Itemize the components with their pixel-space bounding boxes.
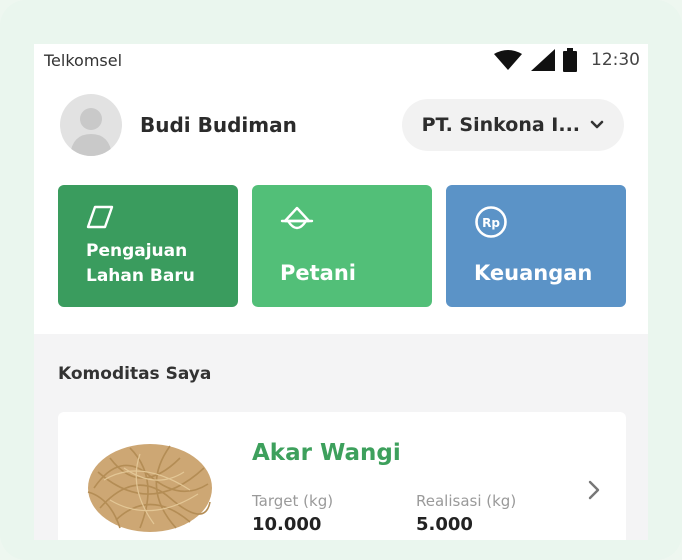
menu-card-label-line1: Pengajuan [86, 241, 188, 261]
company-selector-label: PT. Sinkona I... [421, 114, 580, 136]
commodity-card[interactable]: Akar Wangi Target (kg) 10.000 Realisasi … [58, 412, 626, 540]
vetiver-root-image [87, 444, 212, 532]
menu-card-label: Keuangan [474, 261, 593, 285]
menu-card-pengajuan-lahan-baru[interactable]: Pengajuan Lahan Baru [58, 185, 238, 307]
clock: 12:30 [591, 50, 640, 70]
realisasi-column: Realisasi (kg) 5.000 [416, 492, 516, 535]
menu-card-petani[interactable]: Petani [252, 185, 432, 307]
avatar[interactable] [60, 94, 122, 156]
header-panel: Telkomsel 12:30 Budi Budiman PT. Sinkona… [34, 44, 648, 334]
target-column: Target (kg) 10.000 [252, 492, 333, 535]
chevron-right-icon[interactable] [588, 480, 600, 500]
wifi-icon [494, 50, 522, 70]
chevron-down-icon [590, 120, 604, 129]
menu-cards: Pengajuan Lahan Baru Petani Rp Keuangan [58, 185, 626, 307]
target-label: Target (kg) [252, 492, 334, 510]
realisasi-value: 5.000 [416, 514, 473, 535]
company-selector[interactable]: PT. Sinkona I... [401, 99, 624, 151]
section-title: Komoditas Saya [58, 364, 212, 384]
user-row: Budi Budiman PT. Sinkona I... [60, 94, 624, 156]
land-parcel-icon [86, 205, 114, 229]
user-name: Budi Budiman [140, 113, 297, 137]
farmer-hat-icon [280, 206, 314, 230]
menu-card-label: Pengajuan Lahan Baru [86, 239, 195, 289]
signal-icon [531, 49, 555, 71]
realisasi-label: Realisasi (kg) [416, 492, 517, 510]
user-profile[interactable]: Budi Budiman [60, 94, 297, 156]
carrier-label: Telkomsel [44, 50, 123, 70]
menu-card-label-line2: Lahan Baru [86, 266, 195, 286]
phone-screen: Telkomsel 12:30 Budi Budiman PT. Sinkona… [34, 44, 648, 540]
commodity-name: Akar Wangi [252, 440, 401, 466]
avatar-placeholder-icon [70, 108, 112, 156]
target-value: 10.000 [252, 514, 322, 535]
battery-icon [563, 48, 577, 72]
svg-text:Rp: Rp [482, 216, 500, 230]
menu-card-keuangan[interactable]: Rp Keuangan [446, 185, 626, 307]
menu-card-label: Petani [280, 261, 356, 285]
status-icons: 12:30 [493, 48, 640, 72]
status-bar: Telkomsel 12:30 [44, 48, 640, 72]
rupiah-coin-icon: Rp [475, 206, 507, 238]
